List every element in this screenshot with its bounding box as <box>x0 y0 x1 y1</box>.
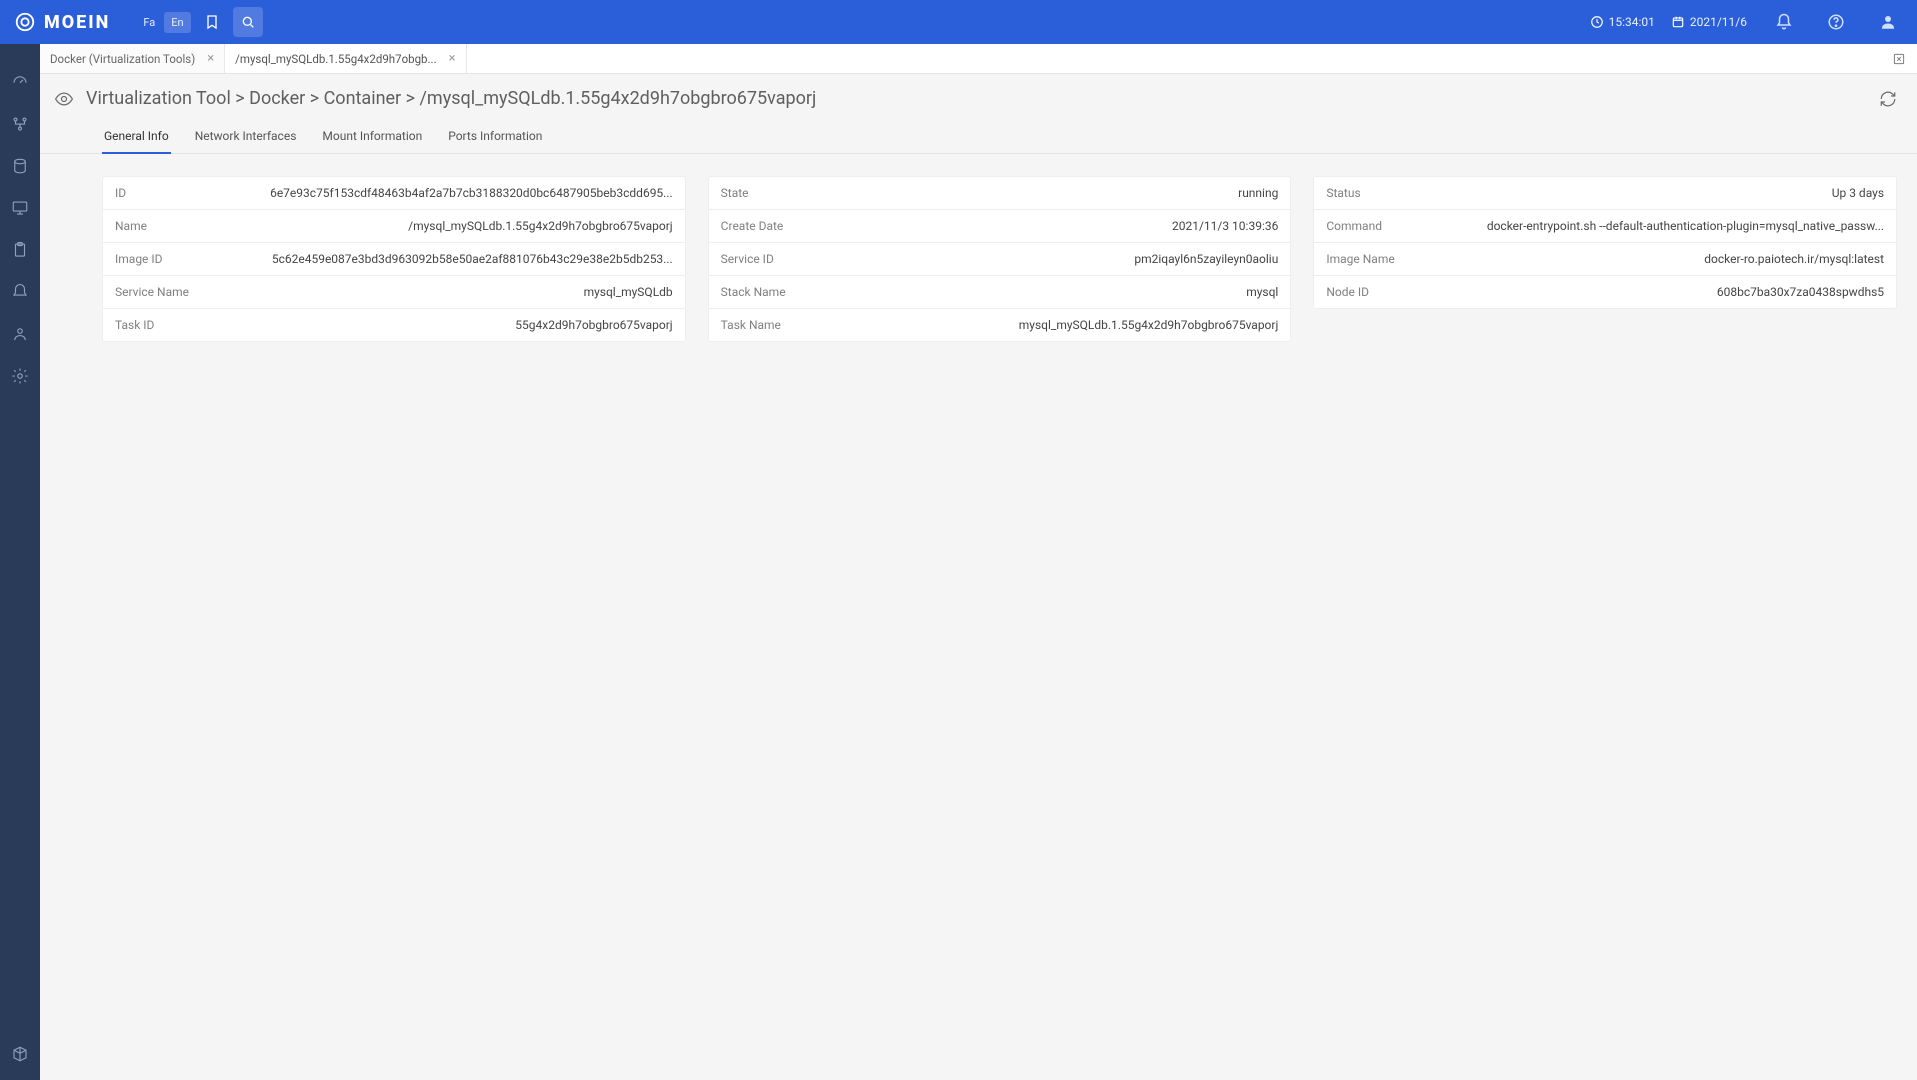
info-panels: ID6e7e93c75f153cdf48463b4af2a7b7cb318832… <box>40 154 1917 362</box>
info-row: Stack Namemysql <box>709 276 1291 309</box>
lang-en-button[interactable]: En <box>164 12 190 33</box>
info-row: Image Namedocker-ro.paiotech.ir/mysql:la… <box>1314 243 1896 276</box>
user-icon[interactable] <box>1873 7 1903 37</box>
search-icon[interactable] <box>233 7 263 37</box>
field-label: Task Name <box>721 318 841 332</box>
info-row: Task Namemysql_mySQLdb.1.55g4x2d9h7obgbr… <box>709 309 1291 341</box>
field-label: Service Name <box>115 285 235 299</box>
topbar: MOEIN Fa En 15:34:01 2021/11/6 <box>0 0 1917 44</box>
subtab-mount-information[interactable]: Mount Information <box>320 121 424 153</box>
time-text: 15:34:01 <box>1609 15 1655 29</box>
field-label: Image Name <box>1326 252 1446 266</box>
close-icon[interactable]: × <box>449 51 456 66</box>
field-label: Service ID <box>721 252 841 266</box>
tab-label: /mysql_mySQLdb.1.55g4x2d9h7obgb... <box>235 52 436 66</box>
nav-cube-icon[interactable] <box>8 1042 32 1066</box>
info-row: Image ID5c62e459e087e3bd3d963092b58e50ae… <box>103 243 685 276</box>
panel-runtime: StatusUp 3 days Commanddocker-entrypoint… <box>1313 176 1897 309</box>
field-label: Task ID <box>115 318 235 332</box>
brand-text: MOEIN <box>44 12 110 33</box>
field-value: docker-ro.paiotech.ir/mysql:latest <box>1446 252 1884 266</box>
panel-identity: ID6e7e93c75f153cdf48463b4af2a7b7cb318832… <box>102 176 686 342</box>
info-row: ID6e7e93c75f153cdf48463b4af2a7b7cb318832… <box>103 177 685 210</box>
date-display: 2021/11/6 <box>1671 15 1747 29</box>
field-label: Command <box>1326 219 1446 233</box>
info-row: Name/mysql_mySQLdb.1.55g4x2d9h7obgbro675… <box>103 210 685 243</box>
breadcrumb: Virtualization Tool > Docker > Container… <box>86 88 816 109</box>
field-label: ID <box>115 186 235 200</box>
close-all-tabs-icon[interactable] <box>1889 49 1909 69</box>
field-value: 55g4x2d9h7obgbro675vaporj <box>235 318 673 332</box>
refresh-icon[interactable] <box>1879 90 1897 108</box>
topbar-right: 15:34:01 2021/11/6 <box>1590 7 1903 37</box>
field-label: Create Date <box>721 219 841 233</box>
brand-logo[interactable]: MOEIN <box>14 11 110 33</box>
info-row: Service Namemysql_mySQLdb <box>103 276 685 309</box>
help-icon[interactable] <box>1821 7 1851 37</box>
lang-fa-button[interactable]: Fa <box>136 12 162 33</box>
info-row: Service IDpm2iqayl6n5zayileyn0aoliu <box>709 243 1291 276</box>
subtab-general-info[interactable]: General Info <box>102 121 171 153</box>
field-label: Stack Name <box>721 285 841 299</box>
field-value: mysql_mySQLdb.1.55g4x2d9h7obgbro675vapor… <box>841 318 1279 332</box>
info-row: Create Date2021/11/3 10:39:36 <box>709 210 1291 243</box>
field-value: mysql <box>841 285 1279 299</box>
subtab-network-interfaces[interactable]: Network Interfaces <box>193 121 299 153</box>
field-value: /mysql_mySQLdb.1.55g4x2d9h7obgbro675vapo… <box>235 219 673 233</box>
page-tabs: Docker (Virtualization Tools) × /mysql_m… <box>40 44 1917 74</box>
close-icon[interactable]: × <box>207 51 214 66</box>
sidebar-rail <box>0 44 40 1080</box>
field-value: 2021/11/3 10:39:36 <box>841 219 1279 233</box>
calendar-icon <box>1671 15 1685 29</box>
info-row: StatusUp 3 days <box>1314 177 1896 210</box>
nav-users-icon[interactable] <box>8 322 32 346</box>
field-value: mysql_mySQLdb <box>235 285 673 299</box>
brand-icon <box>14 11 36 33</box>
info-row: Commanddocker-entrypoint.sh --default-au… <box>1314 210 1896 243</box>
panel-state: Staterunning Create Date2021/11/3 10:39:… <box>708 176 1292 342</box>
field-label: Image ID <box>115 252 235 266</box>
field-value: 5c62e459e087e3bd3d963092b58e50ae2af88107… <box>235 252 673 266</box>
field-label: Status <box>1326 186 1446 200</box>
field-value: 608bc7ba30x7za0438spwdhs5 <box>1446 285 1884 299</box>
main-area: Docker (Virtualization Tools) × /mysql_m… <box>40 44 1917 1080</box>
tab-container-detail[interactable]: /mysql_mySQLdb.1.55g4x2d9h7obgb... × <box>225 44 466 73</box>
bell-icon[interactable] <box>1769 7 1799 37</box>
field-label: Name <box>115 219 235 233</box>
nav-dashboard-icon[interactable] <box>8 70 32 94</box>
field-label: Node ID <box>1326 285 1446 299</box>
page-header: Virtualization Tool > Docker > Container… <box>40 74 1917 117</box>
bookmark-icon[interactable] <box>197 7 227 37</box>
field-value: Up 3 days <box>1446 186 1884 200</box>
field-value: 6e7e93c75f153cdf48463b4af2a7b7cb3188320d… <box>235 186 673 200</box>
eye-icon <box>54 89 74 109</box>
nav-storage-icon[interactable] <box>8 154 32 178</box>
nav-topology-icon[interactable] <box>8 112 32 136</box>
info-row: Node ID608bc7ba30x7za0438spwdhs5 <box>1314 276 1896 308</box>
field-value: running <box>841 186 1279 200</box>
field-value: docker-entrypoint.sh --default-authentic… <box>1446 219 1884 233</box>
tab-label: Docker (Virtualization Tools) <box>50 52 195 66</box>
clock-icon <box>1590 15 1604 29</box>
subtab-ports-information[interactable]: Ports Information <box>446 121 544 153</box>
date-text: 2021/11/6 <box>1690 15 1747 29</box>
info-row: Staterunning <box>709 177 1291 210</box>
tab-docker-virtualization[interactable]: Docker (Virtualization Tools) × <box>40 44 225 73</box>
nav-clipboard-icon[interactable] <box>8 238 32 262</box>
info-row: Task ID55g4x2d9h7obgbro675vaporj <box>103 309 685 341</box>
nav-settings-icon[interactable] <box>8 364 32 388</box>
clock-display: 15:34:01 <box>1590 15 1655 29</box>
language-switch: Fa En <box>136 12 190 33</box>
field-value: pm2iqayl6n5zayileyn0aoliu <box>841 252 1279 266</box>
field-label: State <box>721 186 841 200</box>
subtabs: General Info Network Interfaces Mount In… <box>40 117 1917 154</box>
nav-monitor-icon[interactable] <box>8 196 32 220</box>
nav-alerts-icon[interactable] <box>8 280 32 304</box>
